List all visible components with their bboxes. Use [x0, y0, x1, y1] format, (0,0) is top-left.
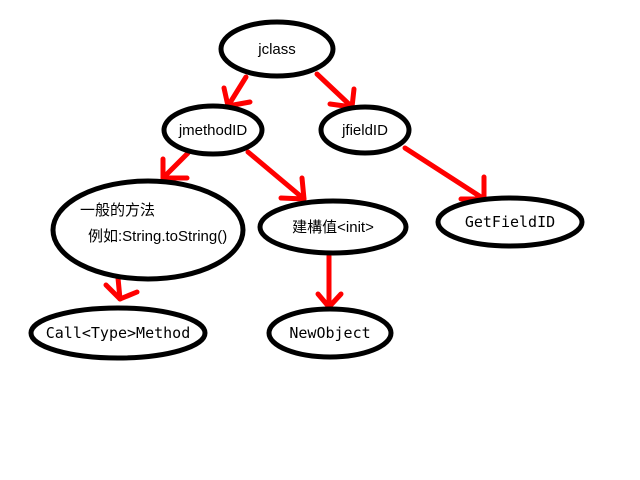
node-general-method-line1: 一般的方法 [80, 202, 155, 219]
node-general-method: 一般的方法 例如:String.toString() [50, 178, 246, 282]
node-jmethodid: jmethodID [161, 103, 265, 157]
node-jmethodid-label: jmethodID [178, 122, 248, 139]
node-newobject-label: NewObject [289, 324, 370, 342]
edge-jmethodid-to-general-method [160, 150, 191, 181]
node-jclass-label: jclass [257, 41, 296, 58]
node-general-method-line2: 例如:String.toString() [88, 228, 227, 245]
edge-jclass-to-jmethodid [221, 74, 253, 109]
node-jfieldid: jfieldID [318, 104, 412, 156]
edge-general-method-to-call-method [103, 275, 140, 302]
edge-jmethodid-to-constructor [245, 149, 307, 202]
node-call-method-label: Call<Type>Method [46, 324, 191, 342]
node-constructor-label: 建構值<init> [292, 219, 374, 236]
node-getfieldid-label: GetFieldID [465, 213, 555, 231]
edge-jfieldid-to-getfieldid [402, 145, 487, 202]
node-jfieldid-label: jfieldID [341, 122, 388, 139]
node-jclass: jclass [218, 19, 336, 79]
jni-diagram: jclass jmethodID jfieldID 一般的方法 例如:Strin… [28, 19, 585, 361]
node-constructor: 建構值<init> [257, 198, 409, 256]
edge-constructor-to-newobject [315, 253, 344, 310]
edge-jclass-to-jfieldid [314, 71, 357, 110]
node-getfieldid: GetFieldID [435, 195, 585, 249]
node-call-method: Call<Type>Method [28, 305, 208, 361]
node-newobject: NewObject [266, 306, 394, 360]
